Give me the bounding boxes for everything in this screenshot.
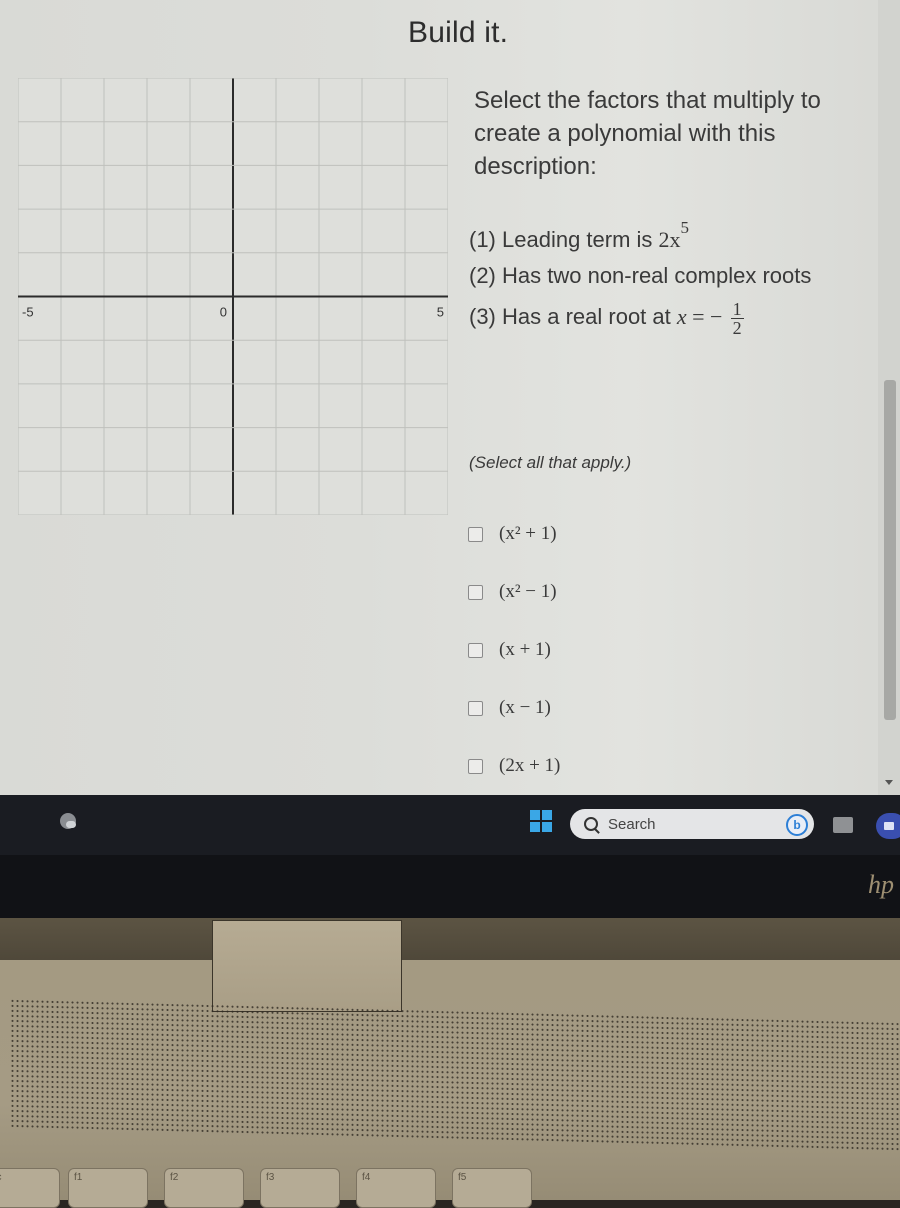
criterion-text: (3) Has a real root at bbox=[469, 304, 677, 329]
screen-bezel bbox=[0, 855, 900, 920]
start-tile bbox=[542, 810, 552, 820]
search-placeholder: Search bbox=[608, 815, 656, 833]
criterion-text: (1) Leading term is bbox=[469, 227, 659, 252]
relation: = − bbox=[686, 304, 723, 329]
start-tile bbox=[542, 822, 552, 832]
option-label: (2x + 1) bbox=[499, 755, 561, 776]
x-tick-label: 5 bbox=[437, 305, 444, 320]
key-esc[interactable]: esc bbox=[0, 1168, 60, 1208]
criterion-math: 2x5 bbox=[658, 218, 690, 252]
start-tile bbox=[530, 822, 540, 832]
checkbox[interactable] bbox=[468, 526, 483, 542]
key-f3[interactable]: f3 bbox=[260, 1168, 340, 1208]
speaker-grille bbox=[10, 998, 900, 1152]
option-x-minus-1[interactable]: (x − 1) bbox=[468, 679, 560, 737]
option-label: (x² − 1) bbox=[499, 581, 557, 602]
scrollbar-thumb[interactable] bbox=[884, 380, 896, 720]
select-all-instruction: (Select all that apply.) bbox=[469, 453, 632, 472]
option-label: (x + 1) bbox=[499, 639, 551, 660]
criterion-complex-roots: (2) Has two non-real complex roots bbox=[469, 258, 889, 294]
page-title: Build it. bbox=[408, 16, 509, 49]
hp-logo: hp bbox=[868, 870, 894, 899]
windows-start-icon[interactable] bbox=[530, 810, 552, 832]
key-f4[interactable]: f4 bbox=[356, 1168, 436, 1208]
key-f2[interactable]: f2 bbox=[164, 1168, 244, 1208]
criterion-leading-term: (1) Leading term is 2x5 bbox=[469, 218, 889, 258]
answer-options: (x² + 1) (x² − 1) (x + 1) (x − 1) (2x + … bbox=[468, 505, 560, 795]
key-f1[interactable]: f1 bbox=[68, 1168, 148, 1208]
option-x2-minus-1[interactable]: (x² − 1) bbox=[468, 563, 560, 621]
graph-canvas[interactable]: -5 0 5 bbox=[17, 77, 449, 516]
taskbar-search-input[interactable]: Search b bbox=[570, 809, 814, 839]
criterion-real-root: (3) Has a real root at x = − 1 2 bbox=[469, 294, 889, 340]
option-label: (x − 1) bbox=[499, 697, 551, 718]
checkbox[interactable] bbox=[468, 758, 483, 774]
x-tick-label: -5 bbox=[22, 305, 34, 320]
exponent: 5 bbox=[680, 218, 690, 237]
checkbox[interactable] bbox=[468, 584, 483, 600]
bing-chat-icon[interactable]: b bbox=[786, 814, 808, 836]
leading-term-math: 2x bbox=[658, 227, 681, 252]
option-x2-plus-1[interactable]: (x² + 1) bbox=[468, 505, 560, 563]
coordinate-graph[interactable]: -5 0 5 bbox=[17, 77, 449, 516]
variable-x: x bbox=[676, 304, 687, 329]
checkbox[interactable] bbox=[468, 642, 483, 658]
criterion-text: (2) Has two non-real complex roots bbox=[469, 263, 812, 288]
fraction-denominator: 2 bbox=[732, 317, 742, 338]
option-x-plus-1[interactable]: (x + 1) bbox=[468, 621, 560, 679]
search-icon bbox=[584, 817, 598, 831]
checkbox[interactable] bbox=[468, 700, 483, 716]
keyboard-function-row: esc f1 f2 f3 f4 f5 bbox=[0, 1168, 900, 1208]
start-tile bbox=[530, 810, 540, 820]
hinge-block bbox=[212, 920, 402, 1012]
question-prompt: Select the factors that multiply to crea… bbox=[474, 87, 821, 180]
x-tick-label: 0 bbox=[220, 305, 227, 320]
weather-icon[interactable] bbox=[60, 813, 76, 829]
key-f5[interactable]: f5 bbox=[452, 1168, 532, 1208]
task-view-icon[interactable] bbox=[833, 817, 853, 833]
scroll-down-arrow-icon[interactable] bbox=[885, 780, 893, 785]
vertical-scrollbar[interactable] bbox=[878, 0, 900, 795]
option-2x-plus-1[interactable]: (2x + 1) bbox=[468, 737, 560, 795]
windows-taskbar: Search b bbox=[0, 795, 900, 855]
fraction: 1 2 bbox=[730, 298, 744, 338]
meet-now-icon[interactable] bbox=[876, 813, 900, 839]
fraction-numerator: 1 bbox=[730, 298, 744, 319]
criteria-list: (1) Leading term is 2x5 (2) Has two non-… bbox=[469, 218, 889, 340]
browser-viewport: Build it. -5 0 5 Select the factors that m… bbox=[0, 0, 900, 795]
laptop-hinge bbox=[0, 918, 900, 963]
option-label: (x² + 1) bbox=[499, 523, 557, 544]
